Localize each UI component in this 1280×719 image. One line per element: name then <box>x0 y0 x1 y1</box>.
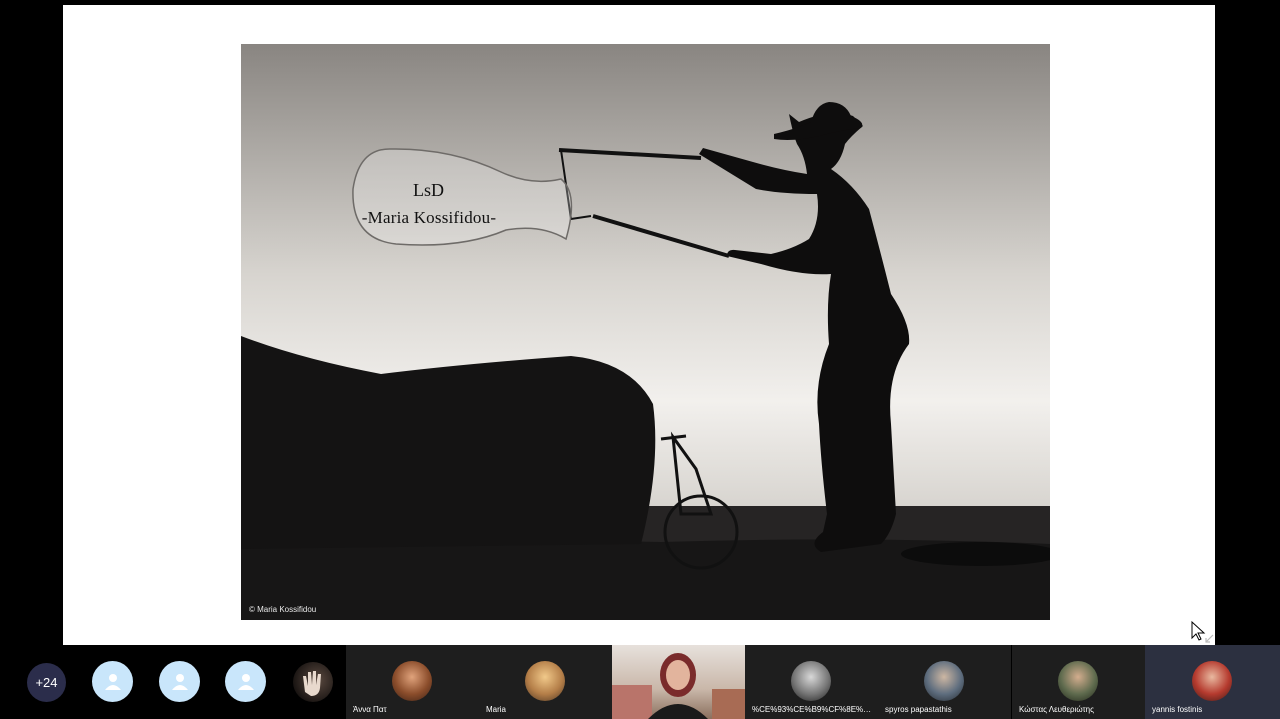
shared-screen-slide: LsD -Maria Kossifidou- © Maria Kossifido… <box>63 5 1215 645</box>
watermark-monogram: LsD <box>413 180 444 200</box>
participant-avatar[interactable] <box>92 661 133 702</box>
participant-avatar[interactable] <box>159 661 200 702</box>
participant-video <box>612 653 745 719</box>
participant-tile[interactable]: Κώστας Λευθεριώτης <box>1012 645 1145 719</box>
participant-name: spyros papastathis <box>885 705 952 714</box>
participant-tile[interactable]: %CE%93%CE%B9%CF%8E%CF%81... <box>745 645 878 719</box>
cursor-area <box>1186 620 1216 646</box>
participant-avatar <box>525 661 565 701</box>
raised-hand-icon <box>303 671 321 696</box>
participant-tile[interactable]: Maria <box>479 645 612 719</box>
participant-name: %CE%93%CE%B9%CF%8E%CF%81... <box>752 705 874 714</box>
person-icon <box>171 673 188 690</box>
participant-avatar <box>1058 661 1098 701</box>
participant-tile[interactable]: Άννα Πατ <box>346 645 479 719</box>
participant-video-tile[interactable] <box>612 645 745 719</box>
silhouette-photo <box>241 102 1050 620</box>
participant-avatar <box>924 661 964 701</box>
slide-photo: LsD -Maria Kossifidou- © Maria Kossifido… <box>241 44 1050 620</box>
participant-avatar[interactable] <box>225 661 266 702</box>
participant-name: yannis fostinis <box>1152 705 1203 714</box>
more-participants-button[interactable]: +24 <box>27 663 66 702</box>
participant-name: Maria <box>486 705 507 714</box>
person-icon <box>237 673 254 690</box>
photo-copyright: © Maria Kossifidou <box>249 605 317 614</box>
participant-avatar <box>791 661 831 701</box>
person-icon <box>104 673 121 690</box>
participant-name: Άννα Πατ <box>353 705 387 714</box>
participant-avatar-hand[interactable] <box>293 662 333 702</box>
watermark-name: -Maria Kossifidou- <box>361 208 497 227</box>
meeting-window: LsD -Maria Kossifidou- © Maria Kossifido… <box>0 0 1280 719</box>
collapse-icon[interactable] <box>1204 634 1214 644</box>
participant-avatar <box>1192 661 1232 701</box>
participant-avatar <box>392 661 432 701</box>
participant-tile[interactable]: spyros papastathis <box>878 645 1011 719</box>
participant-name: Κώστας Λευθεριώτης <box>1019 705 1094 714</box>
participant-tile-active[interactable]: yannis fostinis <box>1145 645 1280 719</box>
